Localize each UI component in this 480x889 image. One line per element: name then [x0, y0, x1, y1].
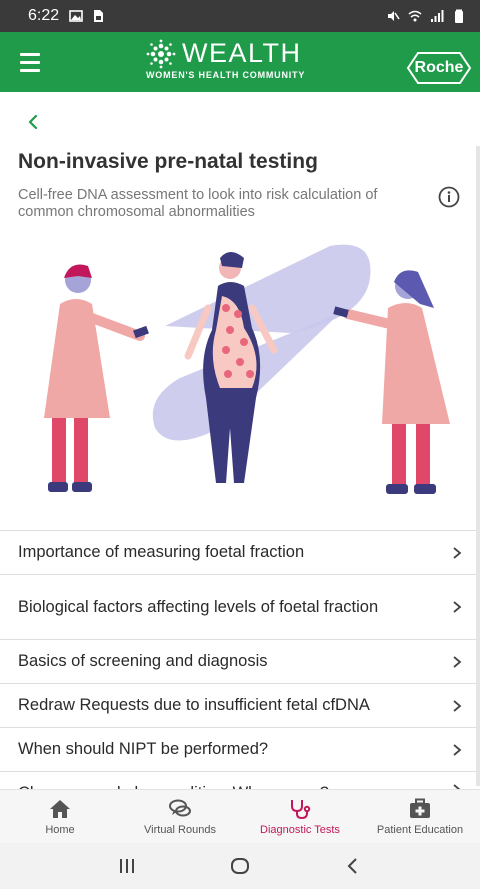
- status-bar: 6:22: [0, 0, 480, 32]
- topic-list: Importance of measuring foetal fraction …: [0, 530, 480, 815]
- mute-icon: [388, 11, 400, 21]
- roche-logo: Roche: [406, 51, 472, 85]
- list-item-label: Basics of screening and diagnosis: [18, 652, 268, 670]
- chevron-right-icon: [453, 699, 462, 712]
- list-item[interactable]: Basics of screening and diagnosis: [0, 639, 480, 683]
- hamburger-menu-button[interactable]: [0, 32, 60, 92]
- list-item[interactable]: Redraw Requests due to insufficient feta…: [0, 683, 480, 727]
- list-item[interactable]: Importance of measuring foetal fraction: [0, 530, 480, 574]
- chevron-right-icon: [453, 655, 462, 668]
- brand-name: WEALTH: [182, 38, 302, 68]
- battery-icon: [455, 9, 463, 23]
- chevron-right-icon: [453, 743, 462, 756]
- chevron-right-icon: [453, 546, 462, 559]
- home-button-icon[interactable]: [228, 854, 252, 878]
- brand-logo: WEALTH WOMEN'S HEALTH COMMUNITY: [146, 38, 326, 86]
- bottom-nav: Home Virtual Rounds Diagnostic Tests Pat…: [0, 789, 480, 843]
- status-time: 6:22: [28, 7, 60, 24]
- home-icon: [50, 799, 70, 818]
- nav-item-label: Diagnostic Tests: [260, 823, 340, 836]
- page-title: Non-invasive pre-natal testing: [18, 150, 318, 173]
- gallery-icon: [69, 10, 83, 22]
- sim-icon: [94, 10, 104, 22]
- list-item[interactable]: When should NIPT be performed?: [0, 727, 480, 771]
- list-item[interactable]: Biological factors affecting levels of f…: [0, 574, 480, 639]
- left-doctor-figure: [44, 264, 149, 492]
- back-button[interactable]: [20, 108, 48, 136]
- list-item-label: Biological factors affecting levels of f…: [18, 597, 379, 616]
- flower-logo-icon: [146, 39, 176, 68]
- nav-item-diagnostic-tests[interactable]: Diagnostic Tests: [240, 790, 360, 843]
- system-nav-bar: [0, 843, 480, 889]
- stethoscope-icon: [291, 799, 311, 819]
- list-item-label: When should NIPT be performed?: [18, 740, 269, 758]
- chat-icon: [169, 799, 191, 816]
- signal-icon: [431, 10, 444, 22]
- nav-item-patient-education[interactable]: Patient Education: [360, 790, 480, 843]
- app-bar: WEALTH WOMEN'S HEALTH COMMUNITY Roche: [0, 32, 480, 92]
- medical-kit-icon: [410, 798, 430, 818]
- chevron-right-icon: [453, 601, 462, 613]
- page-subtitle: Cell-free DNA assessment to look into ri…: [18, 187, 378, 220]
- prenatal-testing-illustration: [44, 244, 450, 494]
- list-item-label: Importance of measuring foetal fraction: [18, 543, 305, 561]
- recent-apps-icon[interactable]: [115, 854, 139, 878]
- brand-tagline: WOMEN'S HEALTH COMMUNITY: [146, 70, 306, 80]
- nav-item-label: Patient Education: [376, 823, 464, 836]
- scrollbar[interactable]: [476, 146, 480, 786]
- wifi-icon: [408, 10, 422, 22]
- nav-item-label: Virtual Rounds: [144, 823, 216, 836]
- list-item-label: Redraw Requests due to insufficient feta…: [18, 696, 370, 714]
- info-icon[interactable]: [438, 186, 460, 208]
- nav-item-home[interactable]: Home: [0, 790, 120, 843]
- nav-item-label: Home: [45, 823, 75, 836]
- nav-item-virtual-rounds[interactable]: Virtual Rounds: [120, 790, 240, 843]
- back-nav-icon[interactable]: [341, 854, 365, 878]
